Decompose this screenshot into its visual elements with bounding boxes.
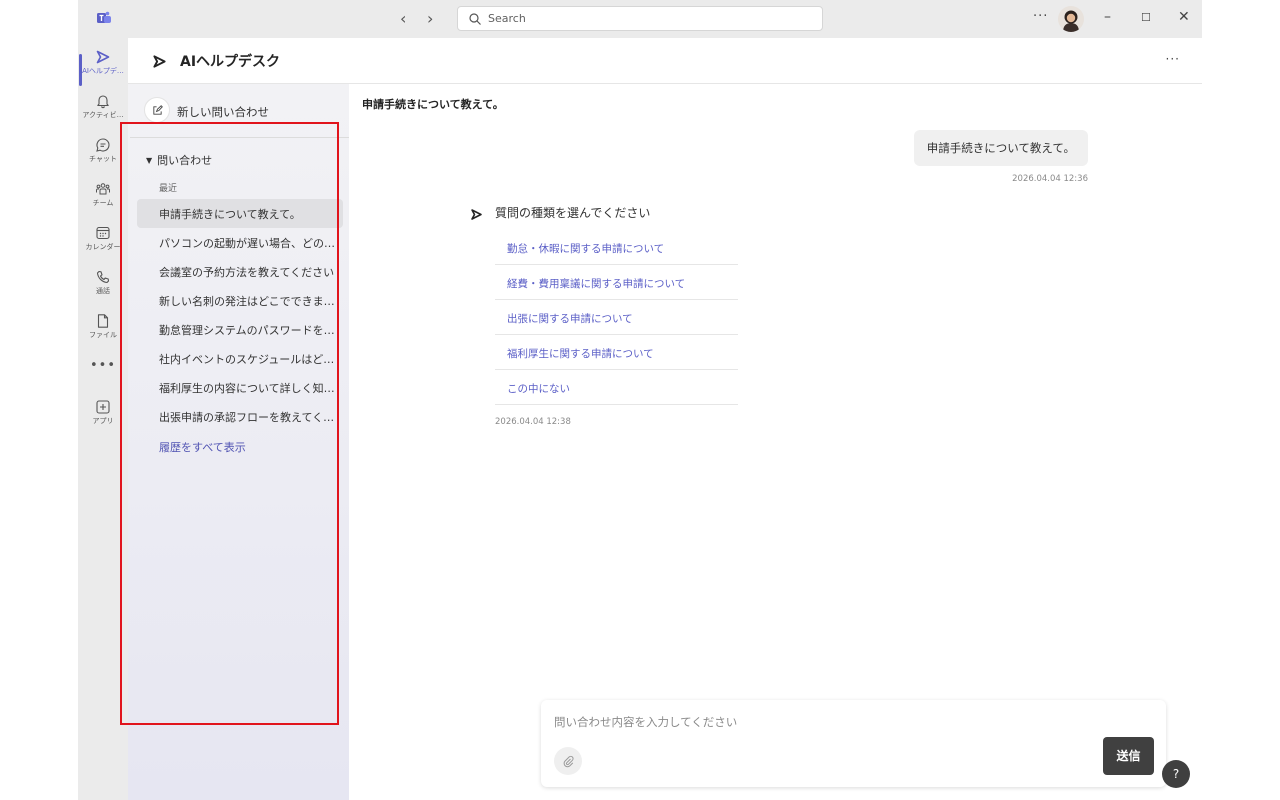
rail-item-activity[interactable]: アクティビ… bbox=[78, 90, 128, 134]
choice-option[interactable]: 勤怠・休暇に関する申請について bbox=[495, 230, 738, 265]
user-message-timestamp: 2026.04.04 12:36 bbox=[1012, 174, 1088, 184]
send-arrow-icon bbox=[96, 50, 110, 64]
search-input[interactable]: Search bbox=[457, 6, 823, 31]
divider bbox=[130, 137, 349, 138]
search-icon bbox=[469, 13, 481, 25]
chat-icon bbox=[96, 138, 110, 152]
bot-message-timestamp: 2026.04.04 12:38 bbox=[495, 417, 571, 427]
rail-label: ファイル bbox=[89, 331, 117, 339]
minimize-button[interactable]: – bbox=[1104, 9, 1111, 25]
message-input[interactable]: 問い合わせ内容を入力してください bbox=[554, 714, 737, 730]
rail-label: チーム bbox=[92, 199, 114, 207]
rail-item-apps[interactable]: アプリ bbox=[78, 396, 128, 440]
history-item[interactable]: 申請手続きについて教えて。 bbox=[137, 199, 343, 228]
history-item[interactable]: 社内イベントのスケジュールはど… bbox=[137, 344, 343, 373]
rail-label: AIヘルプデ… bbox=[82, 67, 124, 75]
history-item[interactable]: 出張申請の承認フローを教えてく… bbox=[137, 402, 343, 431]
show-all-history-link[interactable]: 履歴をすべて表示 bbox=[159, 439, 246, 455]
more-apps-button[interactable]: ••• bbox=[78, 358, 128, 373]
attach-button[interactable] bbox=[554, 747, 582, 775]
ai-helpdesk-logo-icon bbox=[153, 55, 166, 68]
send-button[interactable]: 送信 bbox=[1103, 737, 1154, 775]
history-item[interactable]: 福利厚生の内容について詳しく知… bbox=[137, 373, 343, 402]
settings-more-button[interactable]: ··· bbox=[1033, 9, 1048, 24]
choice-option[interactable]: 出張に関する申請について bbox=[495, 300, 738, 335]
rail-label: アプリ bbox=[92, 417, 114, 425]
message-composer: 問い合わせ内容を入力してください 送信 bbox=[541, 700, 1166, 787]
rail-label: カレンダー bbox=[85, 243, 121, 251]
forward-button[interactable]: › bbox=[427, 10, 433, 28]
help-button[interactable]: ? bbox=[1162, 760, 1190, 788]
choice-option[interactable]: 経費・費用稟議に関する申請について bbox=[495, 265, 738, 300]
history-item[interactable]: 勤怠管理システムのパスワードを… bbox=[137, 315, 343, 344]
rail-item-calendar[interactable]: カレンダー bbox=[78, 222, 128, 266]
history-item[interactable]: 新しい名刺の発注はどこでできま… bbox=[137, 286, 343, 315]
user-avatar[interactable] bbox=[1058, 6, 1084, 32]
history-item[interactable]: パソコンの起動が遅い場合、どの… bbox=[137, 228, 343, 257]
rail-label: チャット bbox=[89, 155, 117, 163]
rail-item-chat[interactable]: チャット bbox=[78, 134, 128, 178]
inquiry-section-toggle[interactable]: ▼ 問い合わせ bbox=[146, 152, 212, 168]
paperclip-icon bbox=[563, 755, 574, 768]
teams-logo-icon bbox=[97, 11, 111, 23]
app-header: AIヘルプデスク ··· bbox=[128, 38, 1202, 84]
user-message-bubble: 申請手続きについて教えて。 bbox=[913, 130, 1088, 166]
choice-option[interactable]: 福利厚生に関する申請について bbox=[495, 335, 738, 370]
rail-item-files[interactable]: ファイル bbox=[78, 310, 128, 354]
search-placeholder: Search bbox=[488, 12, 526, 25]
history-item[interactable]: 会議室の予約方法を教えてください bbox=[137, 257, 343, 286]
close-button[interactable]: ✕ bbox=[1178, 9, 1190, 25]
choice-option[interactable]: この中にない bbox=[495, 370, 738, 405]
conversation-title: 申請手続きについて教えて。 bbox=[362, 98, 504, 111]
conversation-pane: 申請手続きについて教えて。 申請手続きについて教えて。 2026.04.04 1… bbox=[349, 84, 1202, 800]
page-title: AIヘルプデスク bbox=[180, 54, 281, 70]
bot-question: 質問の種類を選んでください bbox=[495, 206, 651, 220]
calendar-icon bbox=[96, 226, 110, 240]
file-icon bbox=[97, 314, 109, 328]
bell-icon bbox=[97, 95, 109, 109]
new-inquiry-label: 新しい問い合わせ bbox=[177, 105, 269, 119]
compose-icon bbox=[153, 105, 163, 115]
rail-label: アクティビ… bbox=[82, 111, 124, 119]
inquiry-side-panel: 新しい問い合わせ ▼ 問い合わせ 最近 申請手続きについて教えて。 パソコンの起動… bbox=[128, 84, 349, 800]
add-app-icon bbox=[96, 400, 110, 414]
back-button[interactable]: ‹ bbox=[400, 10, 406, 28]
avatar-icon bbox=[1058, 6, 1084, 32]
maximize-button[interactable]: ☐ bbox=[1141, 11, 1151, 24]
history-list: 申請手続きについて教えて。 パソコンの起動が遅い場合、どの… 会議室の予約方法を… bbox=[137, 199, 343, 431]
teams-icon bbox=[96, 183, 110, 195]
app-rail: AIヘルプデ… アクティビ… チャット チーム カレンダー 通話 ファイル ••… bbox=[78, 38, 128, 800]
caret-down-icon: ▼ bbox=[146, 156, 153, 165]
bot-avatar-icon bbox=[471, 209, 482, 220]
teams-window: ‹ › Search ··· – ☐ ✕ AIヘルプデ… アクティビ… チャット… bbox=[78, 0, 1202, 800]
recent-label: 最近 bbox=[159, 184, 178, 194]
section-label: 問い合わせ bbox=[157, 154, 213, 167]
choice-list: 勤怠・休暇に関する申請について 経費・費用稟議に関する申請について 出張に関する… bbox=[495, 230, 738, 405]
new-inquiry-icon-wrap bbox=[144, 97, 170, 123]
title-bar: ‹ › Search ··· – ☐ ✕ bbox=[78, 0, 1202, 38]
phone-icon bbox=[96, 270, 110, 284]
rail-item-teams[interactable]: チーム bbox=[78, 178, 128, 222]
active-indicator bbox=[79, 54, 82, 86]
header-more-button[interactable]: ··· bbox=[1166, 52, 1180, 66]
rail-item-calls[interactable]: 通話 bbox=[78, 266, 128, 310]
rail-label: 通話 bbox=[96, 287, 110, 295]
rail-item-ai-helpdesk[interactable]: AIヘルプデ… bbox=[78, 46, 128, 90]
